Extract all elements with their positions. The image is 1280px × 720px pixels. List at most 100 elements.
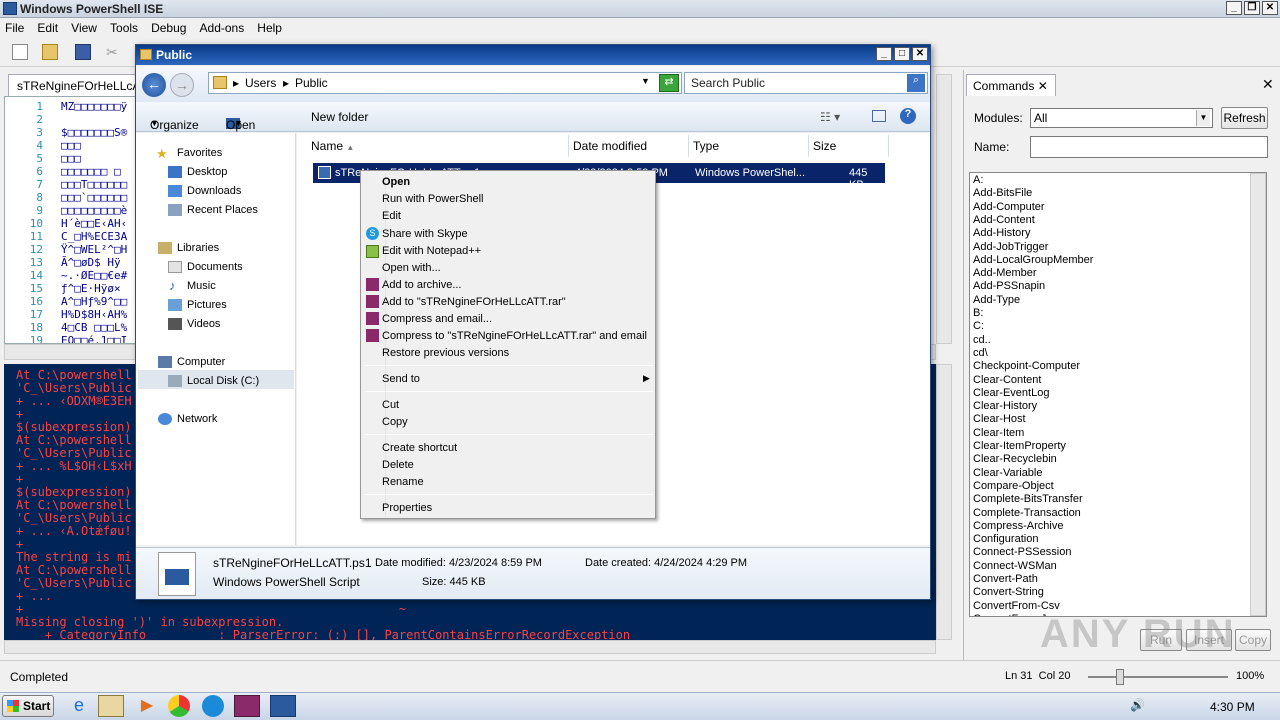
minimize-button[interactable]: _ [1226, 1, 1242, 15]
command-list-item[interactable]: ConvertFrom-Csv [973, 600, 1060, 612]
menu-item-restore-previous-versions[interactable]: Restore previous versions [382, 347, 509, 359]
command-list-item[interactable]: Clear-Host [973, 413, 1026, 425]
explorer-minimize-button[interactable]: _ [876, 47, 892, 61]
command-list-item[interactable]: cd\ [973, 347, 988, 359]
search-icon[interactable]: ⌕ [907, 74, 925, 92]
commands-list[interactable]: A: Add-BitsFile Add-Computer Add-Content Add… [969, 172, 1267, 617]
nav-documents[interactable]: Documents [187, 261, 243, 273]
command-list-item[interactable]: Add-Content [973, 214, 1035, 226]
file-explorer-icon[interactable] [98, 695, 124, 717]
tab-commands[interactable]: Commands ✕ [966, 74, 1056, 96]
command-list-item[interactable]: B: [973, 307, 983, 319]
menu-item-add-to-archive[interactable]: Add to archive... [382, 279, 462, 291]
breadcrumb-public[interactable]: Public [295, 76, 328, 90]
column-size[interactable]: Size [809, 135, 889, 157]
column-date-modified[interactable]: Date modified [569, 135, 689, 157]
command-list-item[interactable]: Add-Computer [973, 201, 1045, 213]
chrome-icon[interactable] [168, 695, 190, 717]
explorer-maximize-button[interactable]: □ [894, 47, 910, 61]
command-list-item[interactable]: Complete-BitsTransfer [973, 493, 1083, 505]
winrar-icon[interactable] [234, 695, 260, 717]
menu-item-copy[interactable]: Copy [382, 416, 408, 428]
menu-item-rename[interactable]: Rename [382, 476, 424, 488]
command-list-item[interactable]: Clear-Item [973, 427, 1024, 439]
powershell-ise-taskbar-icon[interactable] [270, 695, 296, 717]
command-list-item[interactable]: Clear-Recyclebin [973, 453, 1057, 465]
back-arrow-icon[interactable]: ← [142, 73, 166, 97]
nav-desktop[interactable]: Desktop [187, 166, 227, 178]
menu-item-properties[interactable]: Properties [382, 502, 432, 514]
column-name[interactable]: Name ▲ [307, 135, 569, 157]
breadcrumb-users[interactable]: Users [245, 76, 276, 90]
script-editor[interactable]: 1 2 3 4 5 6 7 8 9 10 11 12 13 14 15 16 17 18 19 MZ□□□□□□□ÿ $… [4, 96, 136, 344]
modules-select[interactable]: All ▼ [1030, 108, 1213, 128]
speaker-icon[interactable]: 🔊 [1130, 698, 1145, 712]
refresh-button[interactable]: Refresh [1221, 107, 1268, 129]
close-icon[interactable]: ✕ [1038, 79, 1048, 93]
preview-pane-icon[interactable] [872, 110, 886, 122]
maximize-button[interactable]: ❐ [1244, 1, 1260, 15]
command-list-item[interactable]: Add-History [973, 227, 1030, 239]
command-list-item[interactable]: Checkpoint-Computer [973, 360, 1080, 372]
nav-computer[interactable]: Computer [177, 356, 225, 368]
menu-view[interactable]: View [66, 19, 102, 37]
menu-item-send-to[interactable]: Send to [382, 373, 420, 385]
editor-vertical-scrollbar[interactable] [936, 74, 952, 344]
name-input[interactable] [1030, 136, 1268, 158]
close-pane-icon[interactable]: ✕ [1262, 76, 1274, 93]
command-list-item[interactable]: Convert-String [973, 586, 1044, 598]
command-list-item[interactable]: Add-JobTrigger [973, 241, 1048, 253]
copy-button[interactable]: Copy [1235, 629, 1271, 651]
nav-pictures[interactable]: Pictures [187, 299, 227, 311]
menu-item-add-to-rar[interactable]: Add to "sTReNgineFOrHeLLcATT.rar" [382, 296, 566, 308]
help-icon[interactable]: ? [900, 108, 916, 124]
menu-item-edit[interactable]: Edit [382, 210, 401, 222]
menu-item-open-with[interactable]: Open with... [382, 262, 441, 274]
close-button[interactable]: ✕ [1262, 1, 1278, 15]
menu-file[interactable]: File [0, 19, 29, 37]
new-folder-button[interactable]: New folder [311, 110, 368, 124]
nav-music[interactable]: Music [187, 280, 216, 292]
menu-item-edit-with-notepadpp[interactable]: Edit with Notepad++ [382, 245, 481, 257]
console-vertical-scrollbar[interactable] [936, 364, 952, 640]
save-icon[interactable] [75, 44, 91, 60]
start-button[interactable]: Start [2, 695, 54, 717]
media-player-icon[interactable]: ▶ [134, 695, 160, 717]
command-list-item[interactable]: Clear-Content [973, 374, 1041, 386]
nav-libraries[interactable]: Libraries [177, 242, 219, 254]
command-list-item[interactable]: Complete-Transaction [973, 507, 1081, 519]
open-folder-icon[interactable] [42, 44, 58, 60]
command-list-item[interactable]: Convert-Path [973, 573, 1038, 585]
command-list-item[interactable]: Add-Type [973, 294, 1020, 306]
nav-favorites[interactable]: Favorites [177, 147, 222, 159]
address-box[interactable]: ▸ Users ▸ Public ▼ ⇄ [208, 72, 682, 94]
menu-item-open[interactable]: Open [382, 176, 410, 188]
command-list-item[interactable]: Compare-Object [973, 480, 1054, 492]
menu-item-compress-and-email[interactable]: Compress and email... [382, 313, 492, 325]
command-list-item[interactable]: Connect-WSMan [973, 560, 1057, 572]
menu-help[interactable]: Help [252, 19, 287, 37]
nav-local-disk[interactable]: Local Disk (C:) [187, 375, 259, 387]
cut-icon[interactable]: ✂ [106, 44, 122, 60]
menu-item-delete[interactable]: Delete [382, 459, 414, 471]
command-list-item[interactable]: Connect-PSSession [973, 546, 1071, 558]
menu-tools[interactable]: Tools [105, 19, 143, 37]
command-list-item[interactable]: Clear-Variable [973, 467, 1043, 479]
refresh-icon[interactable]: ⇄ [659, 74, 679, 92]
command-list-item[interactable]: Configuration [973, 533, 1038, 545]
command-list-item[interactable]: Clear-ItemProperty [973, 440, 1066, 452]
zoom-slider-thumb[interactable] [1116, 669, 1124, 685]
explorer-close-button[interactable]: ✕ [912, 47, 928, 61]
command-list-item[interactable]: Clear-EventLog [973, 387, 1049, 399]
commands-list-scrollbar[interactable] [1250, 173, 1266, 616]
script-tab[interactable]: sTReNgineFOrHeLLcATT.ps1 [8, 74, 136, 96]
internet-explorer-icon[interactable]: e [66, 695, 92, 717]
nav-network[interactable]: Network [177, 413, 217, 425]
menu-item-create-shortcut[interactable]: Create shortcut [382, 442, 457, 454]
forward-arrow-icon[interactable]: → [170, 73, 194, 97]
console-horizontal-scrollbar[interactable] [4, 640, 936, 654]
menu-item-share-with-skype[interactable]: Share with Skype [382, 228, 468, 240]
menu-debug[interactable]: Debug [146, 19, 191, 37]
nav-recent-places[interactable]: Recent Places [187, 204, 258, 216]
view-options-icon[interactable]: ☷ ▾ [820, 110, 840, 124]
